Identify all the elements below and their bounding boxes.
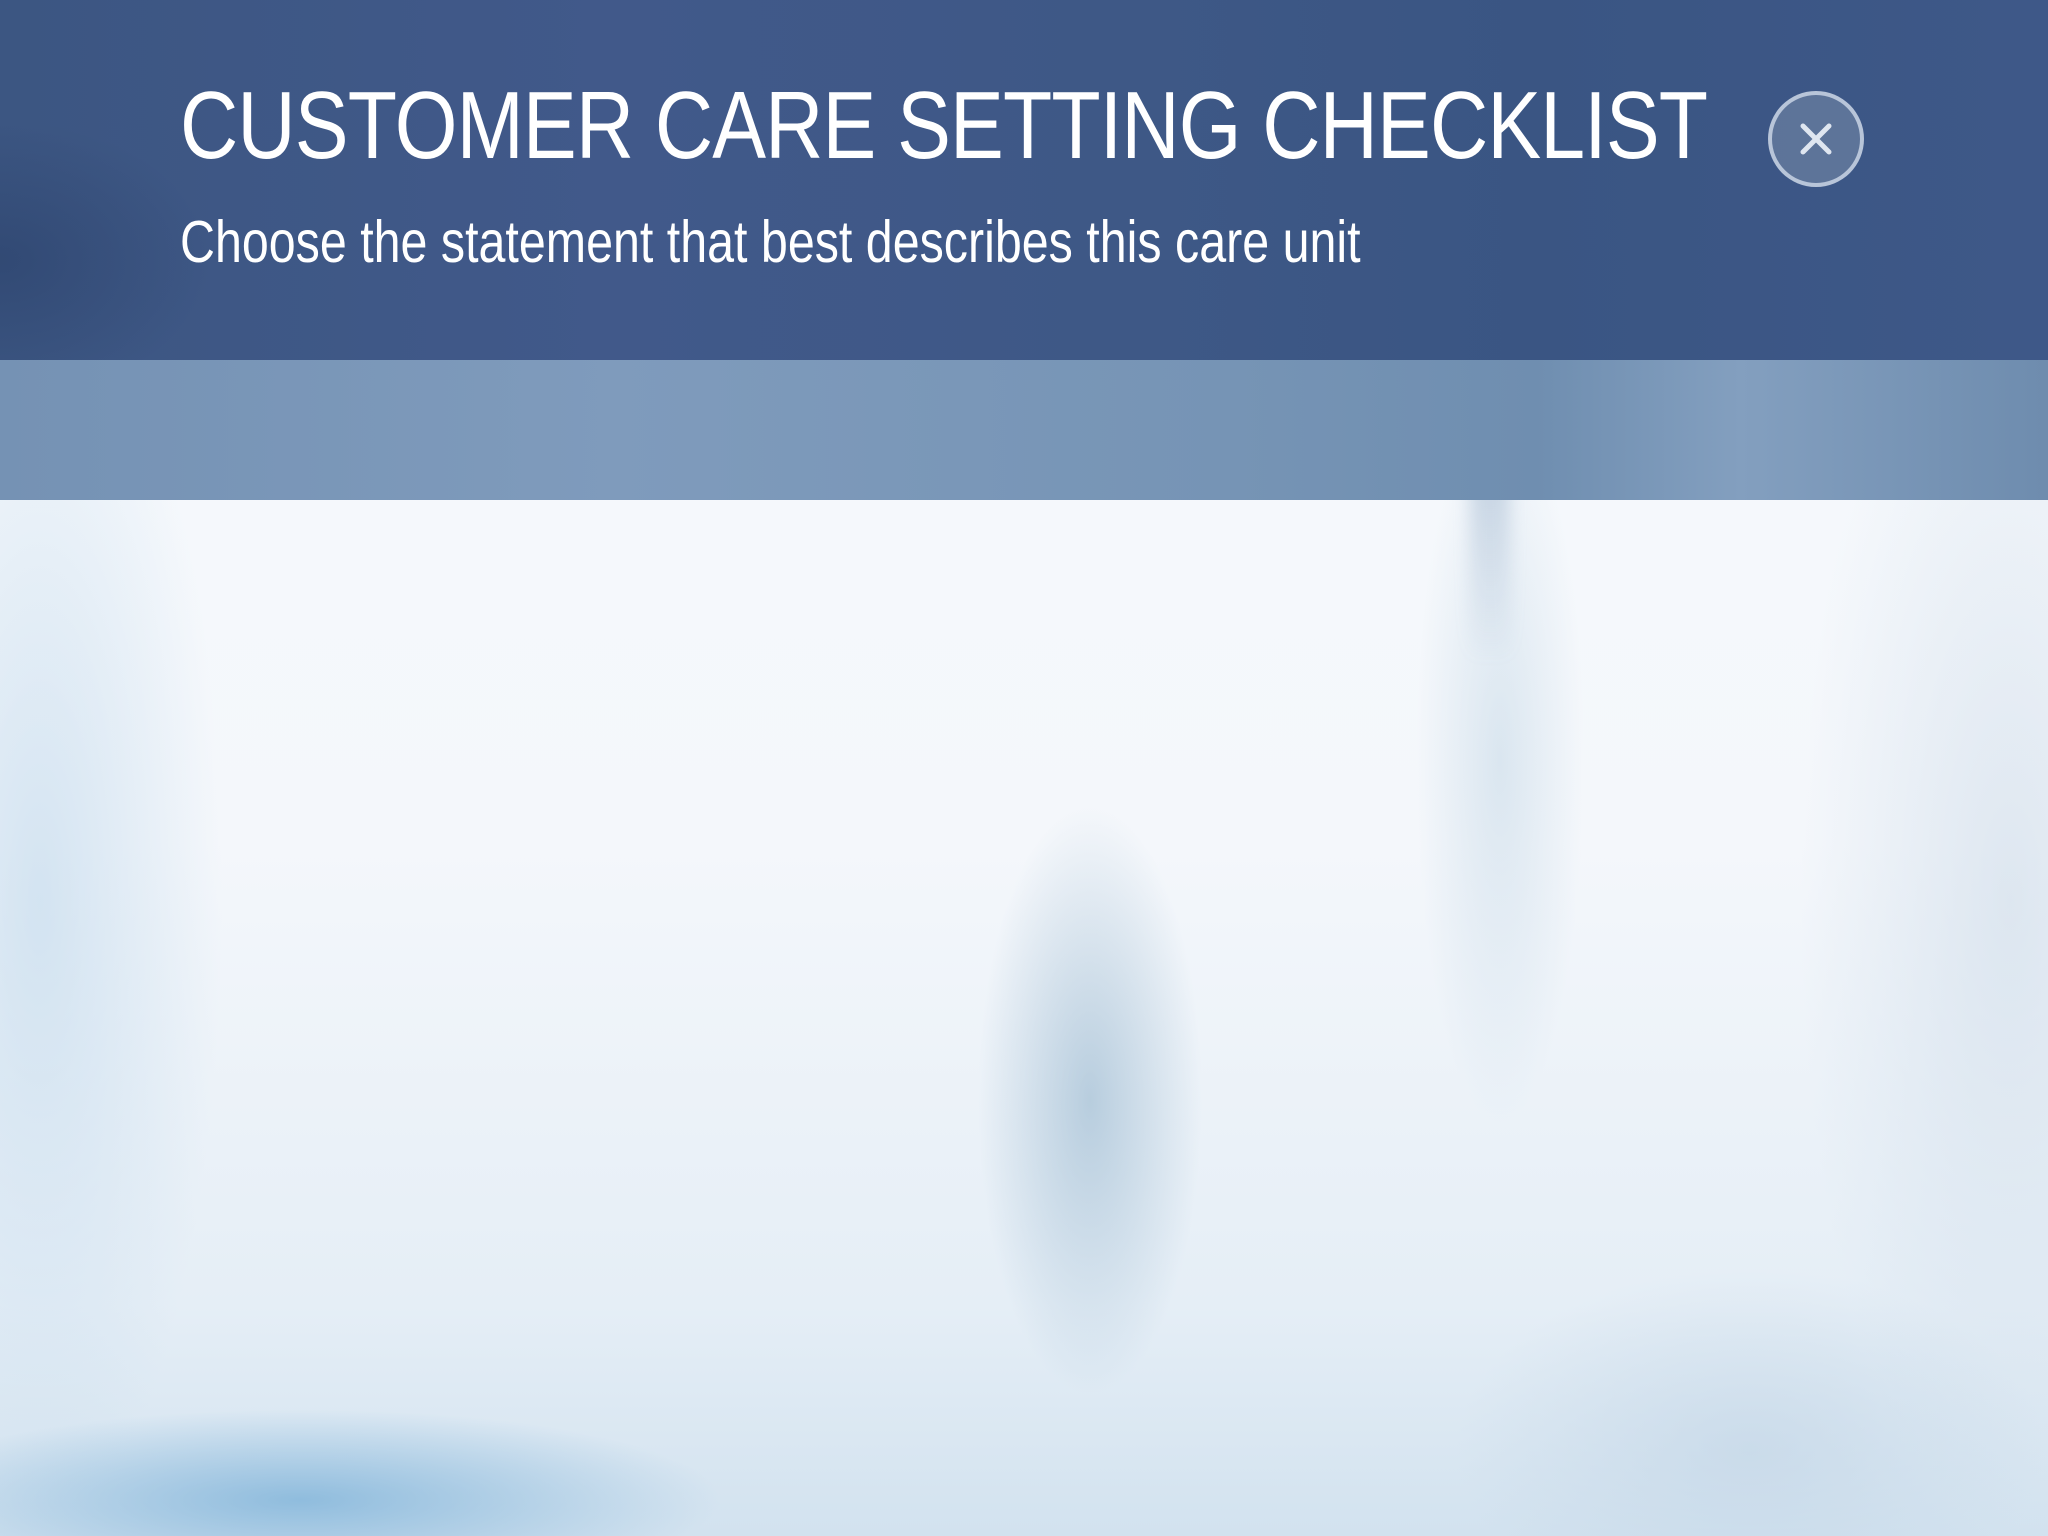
checklist-header: CUSTOMER CARE SETTING CHECKLIST Choose t… — [0, 0, 2048, 360]
header-sub-band — [0, 360, 2048, 500]
close-button[interactable] — [1768, 91, 1864, 187]
close-icon — [1800, 123, 1832, 155]
page-subtitle: Choose the statement that best describes… — [180, 209, 1361, 275]
page-title: CUSTOMER CARE SETTING CHECKLIST — [180, 72, 1708, 179]
